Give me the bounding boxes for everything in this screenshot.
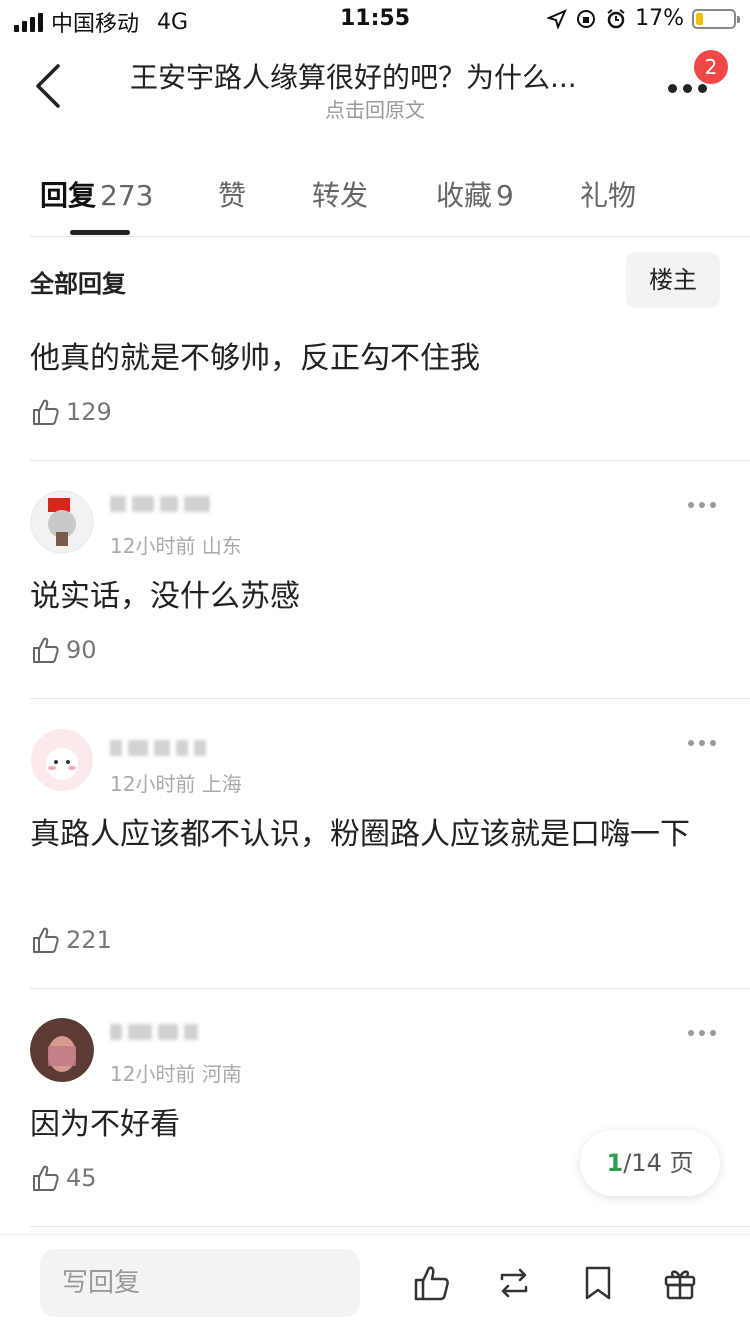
status-bar: 中国移动 4G 11:55 17% bbox=[0, 0, 750, 40]
thumbs-up-icon bbox=[33, 637, 59, 663]
comment-more-button[interactable] bbox=[688, 1030, 718, 1040]
username-blurred[interactable] bbox=[110, 740, 212, 758]
notification-badge: 2 bbox=[694, 50, 728, 84]
repost-icon[interactable] bbox=[494, 1263, 534, 1303]
like-count: 221 bbox=[66, 926, 112, 954]
thumbs-up-icon bbox=[33, 927, 59, 953]
reply-input[interactable]: 写回复 bbox=[40, 1249, 360, 1317]
thumbs-up-icon bbox=[33, 399, 59, 425]
bookmark-icon[interactable] bbox=[578, 1263, 618, 1303]
battery-percent: 17% bbox=[635, 6, 684, 31]
location-icon bbox=[547, 8, 568, 29]
tab-likes[interactable]: 赞 bbox=[218, 174, 246, 214]
username-blurred[interactable] bbox=[110, 496, 216, 514]
comment-more-button[interactable] bbox=[688, 740, 718, 750]
like-count: 129 bbox=[66, 398, 112, 426]
like-count: 45 bbox=[66, 1164, 97, 1192]
comment-text: 真路人应该都不认识，粉圈路人应该就是口嗨一下 bbox=[30, 817, 690, 852]
rotation-lock-icon bbox=[577, 9, 596, 28]
alarm-icon bbox=[607, 8, 625, 28]
tab-favorites[interactable]: 收藏 9 bbox=[436, 174, 514, 214]
comment-meta: 12小时前 河南 bbox=[110, 1062, 242, 1086]
tab-bar: 回复 273 赞 转发 收藏 9 礼物 bbox=[0, 160, 750, 236]
divider bbox=[30, 988, 750, 989]
all-replies-label: 全部回复 bbox=[30, 270, 126, 298]
username-blurred[interactable] bbox=[110, 1024, 204, 1042]
tab-reposts[interactable]: 转发 bbox=[312, 174, 368, 214]
nav-header: 王安宇路人缘算很好的吧？为什么... 点击回原文 2 bbox=[0, 40, 750, 130]
avatar[interactable] bbox=[30, 728, 94, 792]
post-title[interactable]: 王安宇路人缘算很好的吧？为什么... bbox=[130, 56, 630, 96]
owner-only-button[interactable]: 楼主 bbox=[626, 252, 720, 308]
like-button[interactable]: 90 bbox=[30, 634, 97, 666]
comment-text: 说实话，没什么苏感 bbox=[30, 579, 300, 614]
divider bbox=[30, 460, 750, 461]
like-button[interactable]: 129 bbox=[30, 396, 112, 428]
divider bbox=[30, 236, 750, 237]
comment-text: 他真的就是不够帅，反正勾不住我 bbox=[30, 341, 480, 376]
divider bbox=[30, 698, 750, 699]
current-page: 1 bbox=[606, 1149, 624, 1177]
like-button[interactable]: 45 bbox=[30, 1162, 97, 1194]
tab-replies[interactable]: 回复 273 bbox=[40, 174, 153, 214]
bottom-action-bar: 写回复 bbox=[0, 1234, 750, 1334]
comment-meta: 12小时前 山东 bbox=[110, 534, 242, 558]
comment-meta: 12小时前 上海 bbox=[110, 772, 242, 796]
active-tab-indicator bbox=[70, 230, 130, 235]
divider bbox=[30, 1226, 750, 1227]
comment-more-button[interactable] bbox=[688, 502, 718, 512]
avatar[interactable] bbox=[30, 1018, 94, 1082]
back-to-original-link[interactable]: 点击回原文 bbox=[0, 94, 750, 123]
tab-gifts[interactable]: 礼物 bbox=[580, 174, 636, 214]
gift-icon[interactable] bbox=[660, 1263, 700, 1303]
battery-icon bbox=[692, 8, 740, 29]
like-count: 90 bbox=[66, 636, 97, 664]
total-pages: /14 页 bbox=[623, 1149, 694, 1177]
like-button[interactable]: 221 bbox=[30, 924, 112, 956]
page-indicator[interactable]: 1/14 页 bbox=[580, 1130, 720, 1196]
avatar[interactable] bbox=[30, 490, 94, 554]
thumbs-up-icon[interactable] bbox=[412, 1263, 452, 1303]
thumbs-up-icon bbox=[33, 1165, 59, 1191]
